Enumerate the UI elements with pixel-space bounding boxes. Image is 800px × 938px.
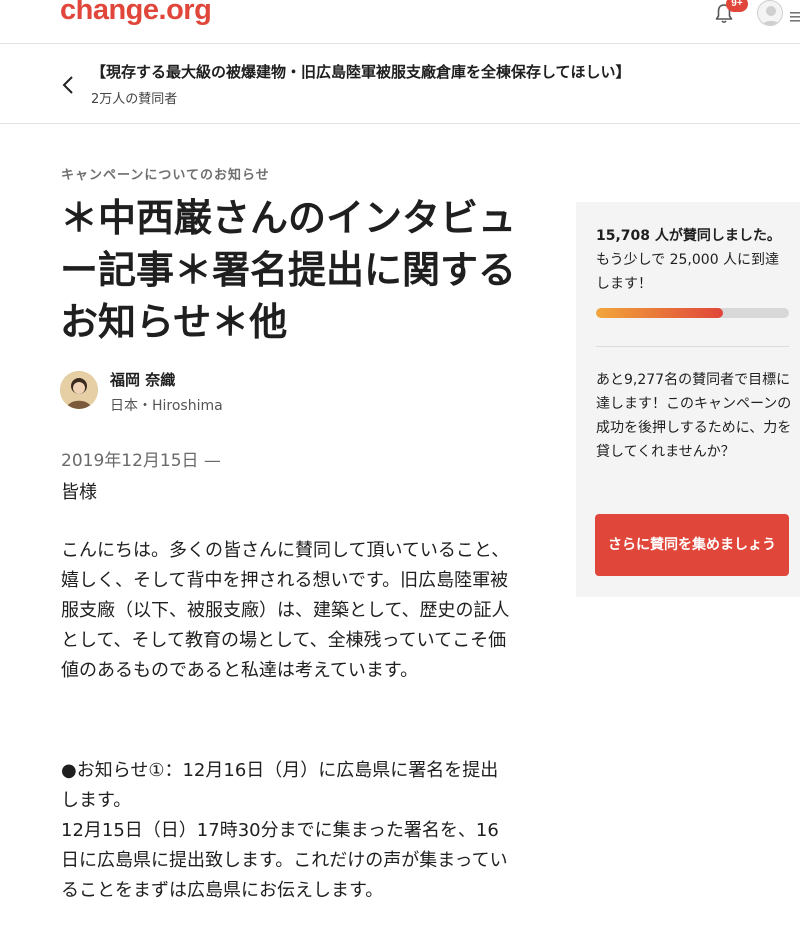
petition-header: 【現存する最大級の被爆建物・旧広島陸軍被服支廠倉庫を全棟保存してほしい】 2万人… <box>0 44 800 124</box>
back-arrow-icon[interactable] <box>60 74 78 96</box>
update-date: 2019年12月15日 — <box>61 451 221 471</box>
change-org-logo[interactable]: change.org <box>60 0 212 27</box>
progress-bar <box>596 308 789 318</box>
signature-goal-text: もう少しで 25,000 人に到達します！ <box>596 252 780 292</box>
signature-sidebar: 15,708 人が賛同しました。もう少しで 25,000 人に到達します！ あと… <box>576 202 800 597</box>
gather-support-button[interactable]: さらに賛同を集めましょう <box>595 514 789 576</box>
divider <box>596 346 789 347</box>
body-paragraph-notice: ●お知らせ①：12月16日（月）に広島県に署名を提出します。 12月15日（日）… <box>61 756 511 906</box>
signature-count: 15,708 人が賛同しました。もう少しで 25,000 人に到達します！ <box>596 224 792 296</box>
menu-icon[interactable] <box>790 8 800 22</box>
greeting-text: 皆様 <box>61 482 97 503</box>
notice-line: 12月15日（日）17時30分までに集まった署名を、16日に広島県に提出致します… <box>61 820 508 901</box>
author-name[interactable]: 福岡 奈織 <box>110 369 175 390</box>
body-paragraph: こんにちは。多くの皆さんに賛同して頂いていること、嬉しく、そして背中を押される想… <box>61 540 510 681</box>
author-avatar <box>60 371 98 409</box>
remaining-text: あと9,277名の賛同者で目標に達します！このキャンペーンの成功を後押しするため… <box>596 372 792 460</box>
update-headline: ＊中西巌さんのインタビュー記事＊署名提出に関するお知らせ＊他 <box>60 196 517 344</box>
notification-badge: 9+ <box>726 0 748 12</box>
progress-bar-fill <box>596 308 724 318</box>
petition-title[interactable]: 【現存する最大級の被爆建物・旧広島陸軍被服支廠倉庫を全棟保存してほしい】 <box>91 61 631 82</box>
notice-line: ●お知らせ①：12月16日（月）に広島県に署名を提出します。 <box>61 760 499 811</box>
update-eyebrow: キャンペーンについてのお知らせ <box>61 168 270 183</box>
supporter-count: 2万人の賛同者 <box>91 92 178 107</box>
user-avatar-icon[interactable] <box>757 0 783 26</box>
author-location: 日本・Hiroshima <box>110 398 223 414</box>
signature-count-bold: 15,708 人が賛同しました。 <box>596 228 781 244</box>
top-bar: change.org 9+ <box>0 0 800 44</box>
